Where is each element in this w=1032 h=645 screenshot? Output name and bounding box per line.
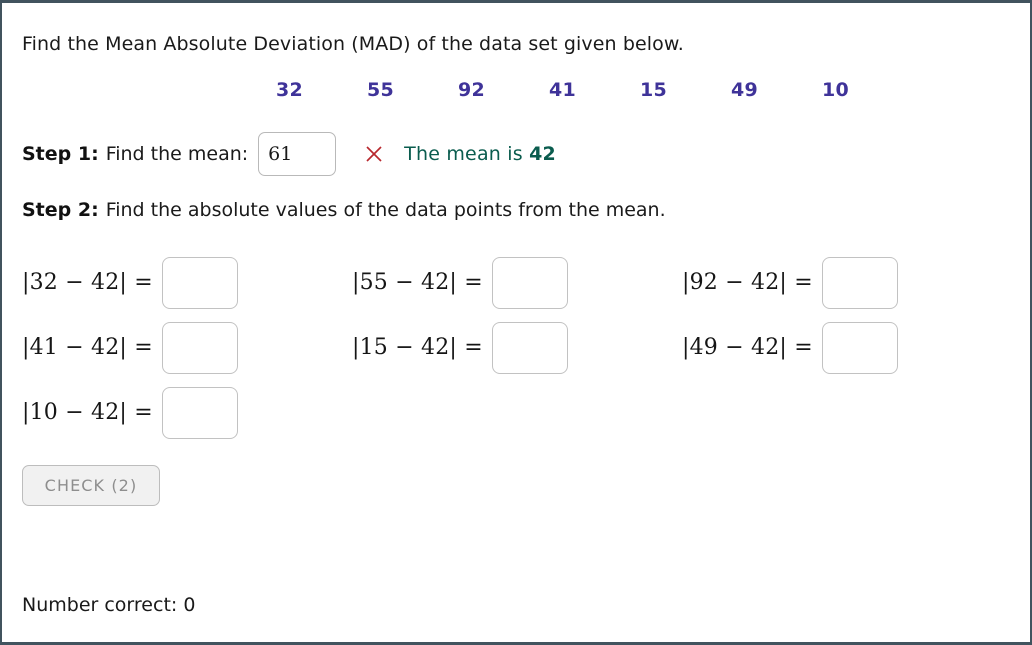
mean-feedback-value: 42	[529, 143, 556, 165]
step-2-text: Find the absolute values of the data poi…	[105, 199, 666, 221]
mean-feedback-prefix: The mean is	[404, 143, 530, 165]
mean-feedback: The mean is 42	[404, 143, 556, 165]
answer-input-5[interactable]	[491, 321, 568, 374]
expression-cell-5: |15 − 42| =	[352, 315, 682, 380]
data-value-1: 32	[275, 79, 304, 101]
data-value-3: 92	[457, 79, 486, 101]
answer-input-3[interactable]	[821, 256, 898, 309]
answer-input-4[interactable]	[161, 321, 238, 374]
answer-input-2[interactable]	[491, 256, 568, 309]
expression-cell-2: |55 − 42| =	[352, 250, 682, 315]
data-value-6: 49	[730, 79, 759, 101]
cross-icon	[364, 144, 384, 164]
expression-label: |10 − 42| =	[22, 400, 153, 425]
data-value-2: 55	[366, 79, 395, 101]
step-2-row: Step 2: Find the absolute values of the …	[22, 199, 666, 221]
answer-input-6[interactable]	[821, 321, 898, 374]
mean-input[interactable]	[258, 132, 337, 176]
expression-cell-3: |92 − 42| =	[682, 250, 1012, 315]
expression-label: |55 − 42| =	[352, 270, 483, 295]
expression-label: |92 − 42| =	[682, 270, 813, 295]
expression-cell-6: |49 − 42| =	[682, 315, 1012, 380]
expression-label: |41 − 42| =	[22, 335, 153, 360]
expression-cell-1: |32 − 42| =	[22, 250, 352, 315]
step-2-label: Step 2:	[22, 199, 99, 221]
expression-cell-7: |10 − 42| =	[22, 380, 352, 445]
expression-row: |10 − 42| =	[22, 380, 1012, 445]
expression-grid: |32 − 42| = |55 − 42| = |92 − 42| = |41 …	[22, 250, 1012, 445]
data-value-5: 15	[639, 79, 668, 101]
answer-input-1[interactable]	[161, 256, 238, 309]
step-1-text: Find the mean:	[105, 143, 249, 165]
data-value-7: 10	[821, 79, 850, 101]
expression-row: |32 − 42| = |55 − 42| = |92 − 42| =	[22, 250, 1012, 315]
answer-input-7[interactable]	[161, 386, 238, 439]
page-title: Find the Mean Absolute Deviation (MAD) o…	[22, 33, 684, 55]
expression-label: |49 − 42| =	[682, 335, 813, 360]
check-button[interactable]: CHECK (2)	[22, 465, 160, 506]
step-1-label: Step 1:	[22, 143, 99, 165]
expression-label: |32 − 42| =	[22, 270, 153, 295]
expression-label: |15 − 42| =	[352, 335, 483, 360]
expression-row: |41 − 42| = |15 − 42| = |49 − 42| =	[22, 315, 1012, 380]
step-1-row: Step 1: Find the mean: The mean is 42	[22, 132, 556, 176]
data-value-4: 41	[548, 79, 577, 101]
number-correct-status: Number correct: 0	[22, 594, 196, 616]
worksheet-page: Find the Mean Absolute Deviation (MAD) o…	[0, 0, 1032, 645]
data-set-row: 32 55 92 41 15 49 10	[244, 79, 881, 101]
expression-cell-4: |41 − 42| =	[22, 315, 352, 380]
